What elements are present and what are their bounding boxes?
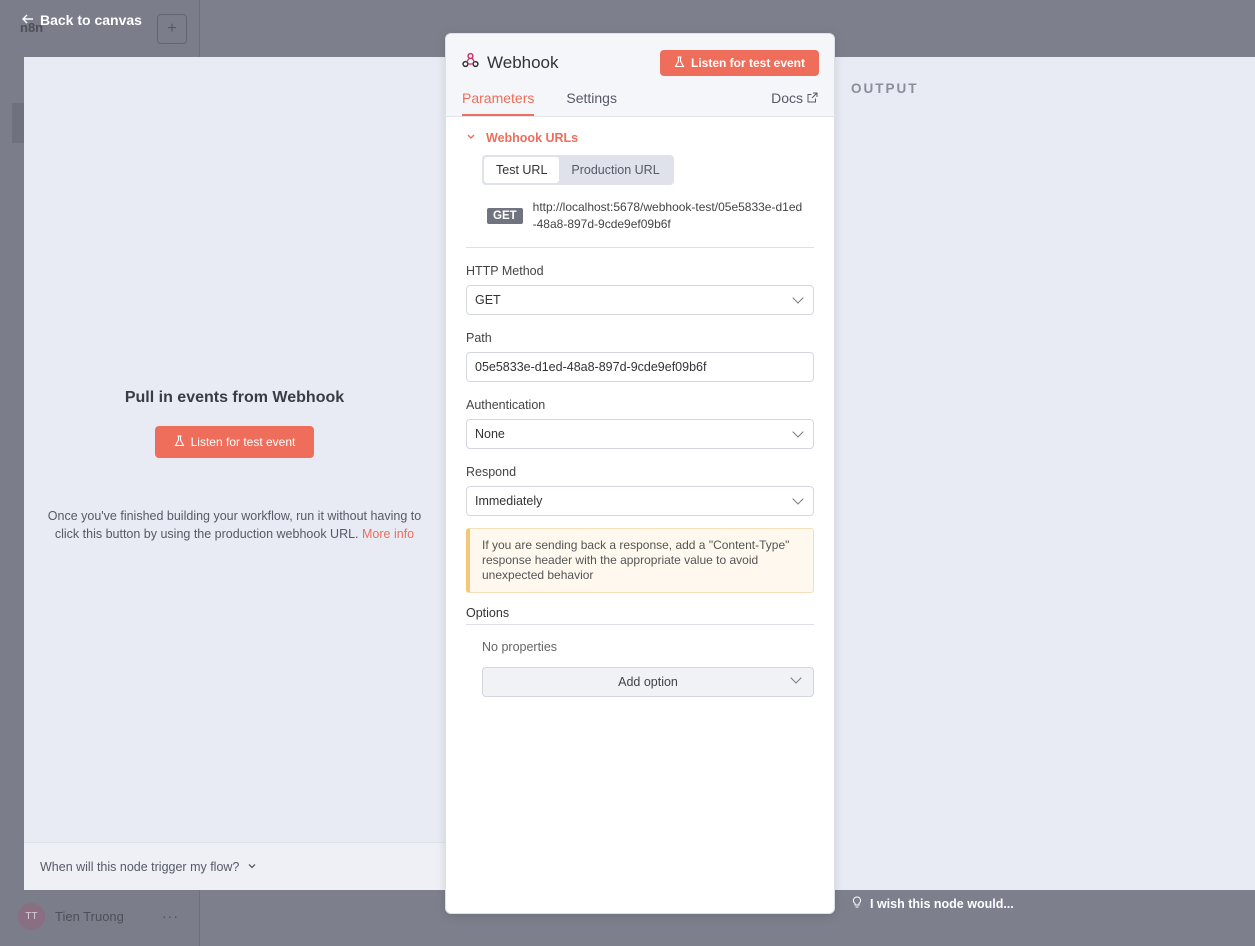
webhook-url[interactable]: http://localhost:5678/webhook-test/05e58… xyxy=(533,199,803,233)
webhook-url-row[interactable]: GET http://localhost:5678/webhook-test/0… xyxy=(487,199,814,233)
url-type-toggle: Test URL Production URL xyxy=(482,155,674,185)
node-name[interactable]: Webhook xyxy=(487,53,559,73)
options-label: Options xyxy=(466,606,814,625)
feedback-link[interactable]: I wish this node would... xyxy=(852,896,1014,912)
chevron-down-icon xyxy=(247,860,257,874)
arrow-left-icon xyxy=(22,12,34,28)
path-label: Path xyxy=(466,331,492,345)
listen-label: Listen for test event xyxy=(190,435,296,449)
trigger-question: When will this node trigger my flow? xyxy=(40,859,240,874)
parameters-panel: Webhook Listen for test event Parameters… xyxy=(445,33,835,914)
authentication-value: None xyxy=(475,427,505,441)
webhook-icon xyxy=(462,52,479,73)
no-properties-text: No properties xyxy=(482,640,558,654)
authentication-select[interactable]: None xyxy=(466,419,814,449)
http-method-label: HTTP Method xyxy=(466,264,544,278)
chevron-down-icon xyxy=(792,493,804,505)
avatar: TT xyxy=(18,903,45,930)
webhook-urls-toggle[interactable]: Webhook URLs xyxy=(466,131,814,145)
respond-select[interactable]: Immediately xyxy=(466,486,814,516)
respond-value: Immediately xyxy=(475,494,543,508)
chevron-down-icon xyxy=(792,426,804,438)
test-url-option[interactable]: Test URL xyxy=(484,157,560,183)
back-to-canvas-button[interactable]: Back to canvas xyxy=(22,12,142,28)
trigger-question-toggle[interactable]: When will this node trigger my flow? xyxy=(24,842,445,890)
panel-tabs: Parameters Settings xyxy=(462,90,649,116)
chevron-down-icon xyxy=(466,131,476,145)
user-menu[interactable]: TT Tien Truong xyxy=(18,903,124,930)
docs-link[interactable]: Docs xyxy=(771,90,818,106)
output-pane-title: OUTPUT xyxy=(851,81,919,96)
docs-label: Docs xyxy=(771,90,803,106)
chevron-down-icon xyxy=(790,672,802,684)
http-method-select[interactable]: GET xyxy=(466,285,814,315)
panel-body: Webhook URLs Test URL Production URL GET… xyxy=(446,131,834,697)
content-type-notice: If you are sending back a response, add … xyxy=(466,528,814,593)
tab-settings[interactable]: Settings xyxy=(566,90,617,116)
node-title: Webhook xyxy=(462,52,559,73)
webhook-urls-title: Webhook URLs xyxy=(486,131,579,145)
panel-header: Webhook Listen for test event Parameters… xyxy=(446,34,834,117)
add-option-button[interactable]: Add option xyxy=(482,667,814,697)
feedback-label: I wish this node would... xyxy=(870,897,1014,911)
user-name: Tien Truong xyxy=(55,909,124,924)
add-workflow-button[interactable]: + xyxy=(157,14,187,44)
user-more-button[interactable]: ··· xyxy=(162,908,179,924)
production-url-option[interactable]: Production URL xyxy=(559,157,671,183)
listen-test-event-header-button[interactable]: Listen for test event xyxy=(660,50,819,76)
path-value: 05e5833e-d1ed-48a8-897d-9cde9ef09b6f xyxy=(475,360,707,374)
tab-parameters[interactable]: Parameters xyxy=(462,90,535,116)
more-info-link[interactable]: More info xyxy=(362,527,414,541)
lightbulb-icon xyxy=(852,896,862,912)
divider xyxy=(466,247,814,248)
path-input[interactable]: 05e5833e-d1ed-48a8-897d-9cde9ef09b6f xyxy=(466,352,814,382)
authentication-label: Authentication xyxy=(466,398,546,412)
listen-test-event-button[interactable]: Listen for test event xyxy=(155,426,314,458)
beaker-icon xyxy=(674,55,685,71)
method-badge: GET xyxy=(487,208,523,224)
sidebar-selection xyxy=(12,103,24,143)
add-option-label: Add option xyxy=(618,675,678,689)
beaker-icon xyxy=(174,434,185,450)
respond-label: Respond xyxy=(466,465,517,479)
external-link-icon xyxy=(807,90,818,106)
http-method-value: GET xyxy=(475,293,501,307)
help-text: Once you've finished building your workf… xyxy=(38,507,431,543)
chevron-down-icon xyxy=(792,292,804,304)
listen-label: Listen for test event xyxy=(690,56,806,70)
back-label: Back to canvas xyxy=(40,12,142,28)
input-pane-title: Pull in events from Webhook xyxy=(124,389,345,406)
input-pane: Pull in events from Webhook Listen for t… xyxy=(24,57,445,890)
